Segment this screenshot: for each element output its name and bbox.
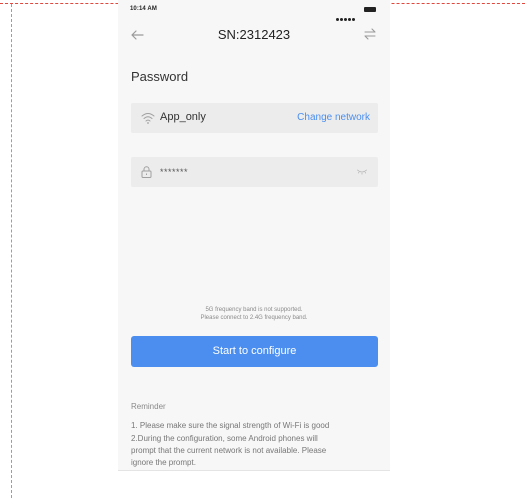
phone-screen: 10:14 AM SN:2312423 Password App_only Ch… <box>118 0 390 470</box>
wifi-icon <box>141 113 155 124</box>
network-name: App_only <box>160 111 206 123</box>
network-field[interactable]: App_only Change network <box>131 103 378 133</box>
phone-bottom-divider <box>118 470 390 471</box>
guide-line-left <box>11 4 12 498</box>
screenshot-canvas: 10:14 AM SN:2312423 Password App_only Ch… <box>0 0 525 498</box>
swap-arrows-icon <box>364 28 376 40</box>
reminder-line-3: prompt that the current network is not a… <box>131 446 327 455</box>
signal-dots-icon <box>336 8 358 21</box>
status-bar: 10:14 AM <box>118 6 390 21</box>
battery-icon <box>364 7 376 12</box>
change-network-link[interactable]: Change network <box>297 112 370 123</box>
reminder-line-2: 2.During the configuration, some Android… <box>131 434 318 443</box>
password-input[interactable]: ******* <box>160 167 188 177</box>
password-field[interactable]: ******* <box>131 157 378 187</box>
reminder-line-4: ignore the prompt. <box>131 458 196 467</box>
status-time: 10:14 AM <box>130 6 157 12</box>
hint-line-2: Please connect to 2.4G frequency band. <box>200 315 308 321</box>
nav-bar: SN:2312423 <box>118 22 390 50</box>
hint-line-1: 5G frequency band is not supported. <box>205 307 303 313</box>
lock-icon <box>141 166 152 178</box>
swap-button[interactable] <box>363 27 381 45</box>
start-configure-button[interactable]: Start to configure <box>131 336 378 367</box>
reminder-title: Reminder <box>131 402 166 411</box>
reminder-line-1: 1. Please make sure the signal strength … <box>131 421 330 430</box>
eye-closed-icon[interactable] <box>357 169 367 175</box>
page-title: SN:2312423 <box>217 27 291 42</box>
section-title-password: Password <box>131 69 189 84</box>
